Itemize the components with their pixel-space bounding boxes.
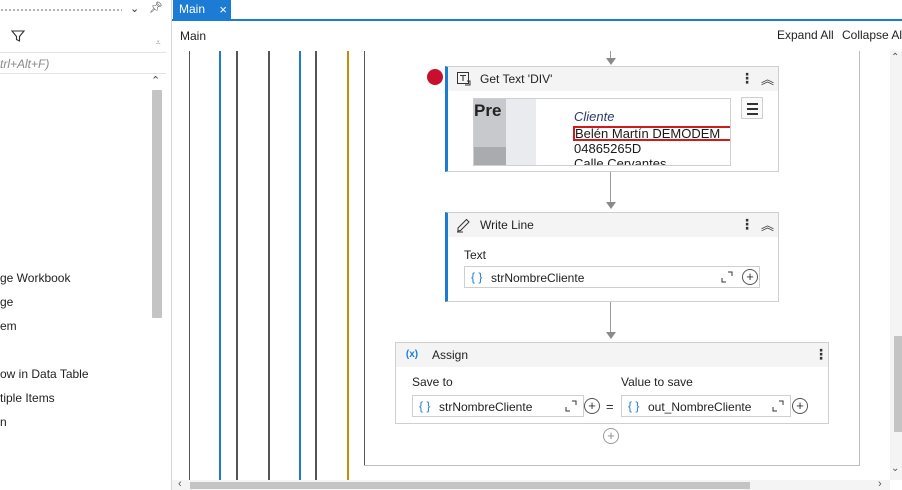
expression-icon: { } [419, 399, 431, 413]
save-to-field[interactable]: { } strNombreCliente [412, 395, 584, 417]
connector-arrow [606, 332, 616, 339]
list-item[interactable]: tiple Items [0, 388, 150, 412]
designer-canvas[interactable]: Get Text 'DIV' ⋮ ︽ Pre Cliente Belén Mar… [172, 51, 890, 480]
more-options-icon[interactable]: ⋮ [740, 70, 754, 87]
collapse-icon[interactable]: ⩡ [156, 38, 161, 48]
preview-text: Cliente [574, 109, 615, 124]
expression-icon: { } [628, 399, 640, 413]
nesting-guide [299, 51, 301, 480]
expand-all-button[interactable]: Expand All [777, 28, 834, 42]
connector-line [610, 172, 611, 202]
connector-arrow [606, 202, 616, 209]
breadcrumb[interactable]: Main [180, 29, 206, 43]
preview-text: 04865265D [574, 141, 642, 156]
activity-title: Assign [432, 348, 469, 362]
list-item[interactable]: ge Workbook [0, 268, 150, 292]
breakpoint-icon[interactable] [427, 69, 443, 85]
save-to-label: Save to [412, 375, 453, 389]
write-line-icon [457, 218, 470, 233]
hamburger-menu-icon[interactable] [741, 97, 763, 119]
scroll-up-icon[interactable]: ⌃ [891, 52, 899, 63]
preview-image-area [474, 147, 506, 165]
value-to-save-value: out_NombreCliente [648, 400, 752, 414]
more-options-icon[interactable]: ⋮ [814, 346, 828, 363]
sequence-border [364, 51, 365, 466]
target-highlight-box [573, 126, 730, 141]
scrollbar-thumb[interactable] [190, 482, 750, 489]
expression-icon: { } [471, 270, 483, 284]
add-activity-icon[interactable]: + [603, 428, 619, 444]
close-icon[interactable]: × [219, 0, 227, 19]
get-text-icon [457, 72, 471, 86]
expand-editor-icon[interactable] [772, 400, 784, 412]
search-placeholder: trl+Alt+F) [0, 57, 50, 71]
pin-icon[interactable]: 📌︎ [149, 1, 163, 14]
assign-icon: (x) [405, 349, 419, 360]
plus-icon[interactable]: + [742, 269, 758, 285]
more-options-icon[interactable]: ⋮ [740, 216, 754, 233]
filter-icon[interactable] [10, 28, 26, 44]
panel-scrollbar[interactable] [152, 90, 162, 318]
list-item[interactable]: ow in Data Table [0, 364, 150, 388]
activity-title: Write Line [480, 218, 534, 232]
activity-header[interactable]: (x) Assign ⋮ [396, 343, 828, 367]
expand-editor-icon[interactable] [565, 400, 577, 412]
nesting-guide [219, 51, 221, 480]
activities-list: ge Workbook ge em ow in Data Table tiple… [0, 268, 150, 436]
nesting-guide [315, 51, 317, 480]
connector-arrow [606, 58, 616, 65]
equals-sign: = [606, 399, 614, 414]
list-item[interactable]: n [0, 412, 150, 436]
activity-header[interactable]: Write Line ⋮ ︽ [448, 213, 778, 237]
collapse-activity-icon[interactable]: ︽ [761, 215, 774, 234]
value-to-save-field[interactable]: { } out_NombreCliente [621, 395, 791, 417]
tab-main[interactable]: Main × [173, 0, 231, 19]
connector-line [610, 302, 611, 332]
screenshot-preview[interactable]: Pre Cliente Belén Martín DEMODEM 0486526… [473, 98, 731, 166]
value-to-save-label: Value to save [621, 375, 693, 389]
text-field[interactable]: { } strNombreCliente [464, 266, 760, 288]
list-item [0, 340, 150, 364]
panel-drag-handle[interactable] [0, 8, 122, 12]
expand-editor-icon[interactable] [721, 271, 733, 283]
plus-icon[interactable]: + [792, 398, 808, 414]
scroll-left-icon[interactable]: ‹ [178, 478, 182, 490]
tab-label: Main [179, 2, 206, 16]
panel-titlebar: ⌄ 📌︎ [0, 0, 172, 20]
list-item[interactable]: ge [0, 292, 150, 316]
activity-header[interactable]: Get Text 'DIV' ⋮ ︽ [448, 67, 778, 91]
text-label: Text [464, 248, 487, 262]
activities-panel: ⌄ 📌︎ ⩡ trl+Alt+F) ⌃ ge Workbook ge em ow… [0, 0, 172, 490]
collapse-activity-icon[interactable]: ︽ [761, 69, 774, 88]
save-to-value: strNombreCliente [439, 400, 533, 414]
designer-header: Main Expand All Collapse Al [172, 21, 902, 51]
list-item[interactable]: em [0, 316, 150, 340]
collapse-all-button[interactable]: Collapse Al [842, 28, 902, 42]
scroll-right-icon[interactable]: › [878, 478, 882, 490]
nesting-guide [347, 51, 349, 480]
nesting-guide [236, 51, 238, 480]
get-text-activity[interactable]: Get Text 'DIV' ⋮ ︽ Pre Cliente Belén Mar… [445, 66, 779, 172]
scrollbar-thumb[interactable] [894, 336, 902, 432]
preview-text: Calle Cervantes [574, 156, 667, 166]
sequence-border [364, 465, 860, 466]
activity-title: Get Text 'DIV' [480, 72, 553, 86]
sequence-border [859, 51, 860, 466]
scroll-up-icon[interactable]: ⌃ [151, 74, 160, 87]
document-tabs: Main × [172, 0, 902, 21]
scroll-down-icon[interactable]: ⌄ [891, 463, 899, 474]
chevron-down-icon[interactable]: ⌄ [130, 2, 139, 15]
text-field-value: strNombreCliente [491, 271, 585, 285]
assign-activity[interactable]: (x) Assign ⋮ Save to Value to save { } s… [395, 342, 829, 424]
nesting-guide [189, 51, 190, 480]
search-box[interactable]: trl+Alt+F) [0, 52, 166, 74]
preview-text: Pre [474, 101, 502, 120]
plus-icon[interactable]: + [584, 398, 600, 414]
write-line-activity[interactable]: Write Line ⋮ ︽ Text { } strNombreCliente… [445, 212, 779, 302]
nesting-guide [268, 51, 270, 480]
